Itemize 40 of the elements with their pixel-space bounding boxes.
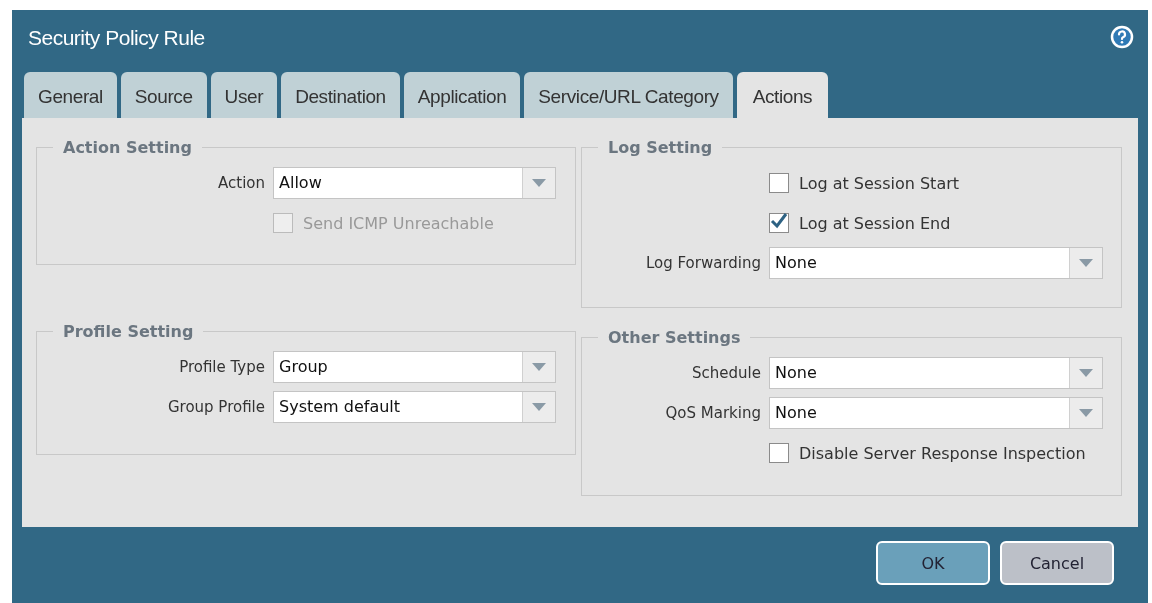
dropdown-field[interactable]: System default [273, 391, 556, 423]
caret-icon [532, 403, 546, 411]
caret-icon [1079, 409, 1093, 417]
field-label: Log Forwarding [644, 254, 761, 272]
dropdown-field[interactable]: None [769, 247, 1103, 279]
help-icon[interactable] [1110, 25, 1134, 49]
group-title: Action Setting [62, 138, 193, 157]
dropdown-field[interactable]: Allow [273, 167, 556, 199]
dropdown-field[interactable]: None [769, 357, 1103, 389]
checkbox-label: Send ICMP Unreachable [303, 213, 494, 233]
field-label: Schedule [691, 364, 761, 382]
tab[interactable]: Actions [736, 72, 829, 118]
tab[interactable]: General [24, 72, 117, 118]
dropdown-field[interactable]: None [769, 397, 1103, 429]
checkbox-label: Log at Session Start [799, 173, 960, 193]
ok-button[interactable]: OK [876, 541, 990, 585]
tab[interactable]: Service/URL Category [524, 72, 733, 118]
group-title: Profile Setting [62, 322, 195, 341]
checkbox[interactable] [769, 443, 789, 463]
tab[interactable]: Destination [281, 72, 400, 118]
group-title: Log Setting [607, 138, 714, 157]
tab[interactable]: Source [120, 72, 207, 118]
tab[interactable]: User [210, 72, 278, 118]
checkbox-label: Disable Server Response Inspection [799, 443, 1086, 463]
tab[interactable]: Application [403, 72, 521, 118]
group-title: Other Settings [607, 328, 742, 347]
window-title: Security Policy Rule [28, 26, 205, 50]
caret-icon [532, 363, 546, 371]
caret-icon [1079, 369, 1093, 377]
field-label: Group Profile [166, 398, 265, 416]
checkbox[interactable] [769, 213, 789, 233]
field-label: Profile Type [178, 358, 265, 376]
cancel-button[interactable]: Cancel [1000, 541, 1114, 585]
caret-icon [1079, 259, 1093, 267]
caret-icon [532, 179, 546, 187]
checkbox-label: Log at Session End [799, 213, 951, 233]
checkbox[interactable] [769, 173, 789, 193]
field-label: Action [217, 174, 265, 192]
dropdown-field[interactable]: Group [273, 351, 556, 383]
field-label: QoS Marking [664, 404, 761, 422]
